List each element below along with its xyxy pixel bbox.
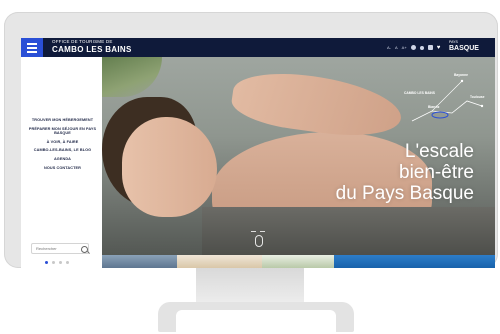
thumbnail[interactable] — [262, 255, 334, 268]
toolbar: A- A A+ ♥ — [387, 44, 440, 51]
site-brand[interactable]: OFFICE DE TOURISME DE CAMBO LES BAINS — [52, 39, 132, 54]
nav-item-contact[interactable]: NOUS CONTACTER — [23, 166, 102, 171]
hero-title-line: bien-être — [399, 162, 474, 183]
heart-icon[interactable]: ♥ — [437, 45, 441, 51]
plant-decoration — [102, 57, 162, 97]
contrast-icon[interactable] — [410, 45, 416, 50]
monitor-stand-neck — [196, 268, 304, 302]
font-default-button[interactable]: A — [395, 45, 398, 50]
nav-item-blog[interactable]: CAMBO-LES-BAINS, LE BLOG — [23, 148, 102, 153]
screen: OFFICE DE TOURISME DE CAMBO LES BAINS A-… — [21, 38, 495, 268]
font-decrease-button[interactable]: A- — [387, 45, 391, 50]
print-icon[interactable] — [427, 45, 433, 50]
hamburger-icon — [27, 51, 37, 53]
map-label-bayonne: Bayonne — [454, 73, 468, 77]
slider-dot[interactable] — [45, 261, 48, 264]
nav-item-sejour[interactable]: PRÉPARER MON SÉJOUR EN PAYS BASQUE — [23, 127, 102, 136]
hero-photo-face — [122, 117, 217, 217]
map-label-biarritz: Biarritz — [428, 105, 440, 109]
nav-item-a-voir[interactable]: À VOIR, À FAIRE — [23, 140, 102, 145]
monitor-frame: OFFICE DE TOURISME DE CAMBO LES BAINS A-… — [4, 12, 498, 268]
thumbnail-strip — [102, 255, 495, 268]
hero-title-line: L'escale — [404, 141, 474, 162]
brand-subtitle: OFFICE DE TOURISME DE — [52, 39, 113, 44]
hero-photo-hand — [228, 65, 406, 144]
share-icon[interactable] — [419, 45, 424, 50]
search-icon[interactable] — [81, 246, 88, 253]
map-label-toulouse: Toulouse — [470, 95, 485, 99]
thumbnail[interactable] — [177, 255, 262, 268]
scroll-indicator-dash — [260, 231, 265, 232]
font-increase-button[interactable]: A+ — [402, 45, 407, 50]
sidebar: TROUVER MON HÉBERGEMENT PRÉPARER MON SÉJ… — [21, 57, 102, 268]
scroll-mouse-icon[interactable] — [255, 235, 263, 247]
location-map: CAMBO LES BAINS Bayonne Toulouse Biarrit… — [402, 71, 487, 136]
hero-banner: CAMBO LES BAINS Bayonne Toulouse Biarrit… — [102, 57, 495, 255]
logo-big-text: BASQUE — [449, 44, 479, 52]
hamburger-icon — [27, 43, 37, 45]
map-label-cambo: CAMBO LES BAINS — [404, 91, 435, 95]
nav-item-agenda[interactable]: AGENDA — [23, 157, 102, 162]
thumbnail[interactable] — [102, 255, 177, 268]
pays-basque-logo[interactable]: PAYS BASQUE — [449, 40, 479, 52]
hero-title: L'escale bien-être du Pays Basque — [262, 141, 474, 204]
thumbnail[interactable] — [334, 255, 495, 268]
slider-dot[interactable] — [52, 261, 55, 264]
map-route-graphic — [411, 79, 484, 122]
nav-item-hebergement[interactable]: TROUVER MON HÉBERGEMENT — [23, 118, 102, 123]
scroll-indicator-dash — [251, 231, 256, 232]
slider-dot[interactable] — [66, 261, 69, 264]
hero-title-line: du Pays Basque — [335, 183, 474, 204]
slider-dots — [45, 261, 69, 264]
main-nav: TROUVER MON HÉBERGEMENT PRÉPARER MON SÉJ… — [23, 118, 102, 174]
hero-photo-towel — [202, 207, 495, 255]
monitor-stand-base — [158, 302, 354, 332]
menu-button[interactable] — [21, 38, 43, 57]
hamburger-icon — [27, 47, 37, 49]
slider-dot[interactable] — [59, 261, 62, 264]
top-bar: OFFICE DE TOURISME DE CAMBO LES BAINS A-… — [21, 38, 495, 57]
brand-title: CAMBO LES BAINS — [52, 44, 132, 54]
monitor-stand-base-inner — [176, 310, 336, 332]
